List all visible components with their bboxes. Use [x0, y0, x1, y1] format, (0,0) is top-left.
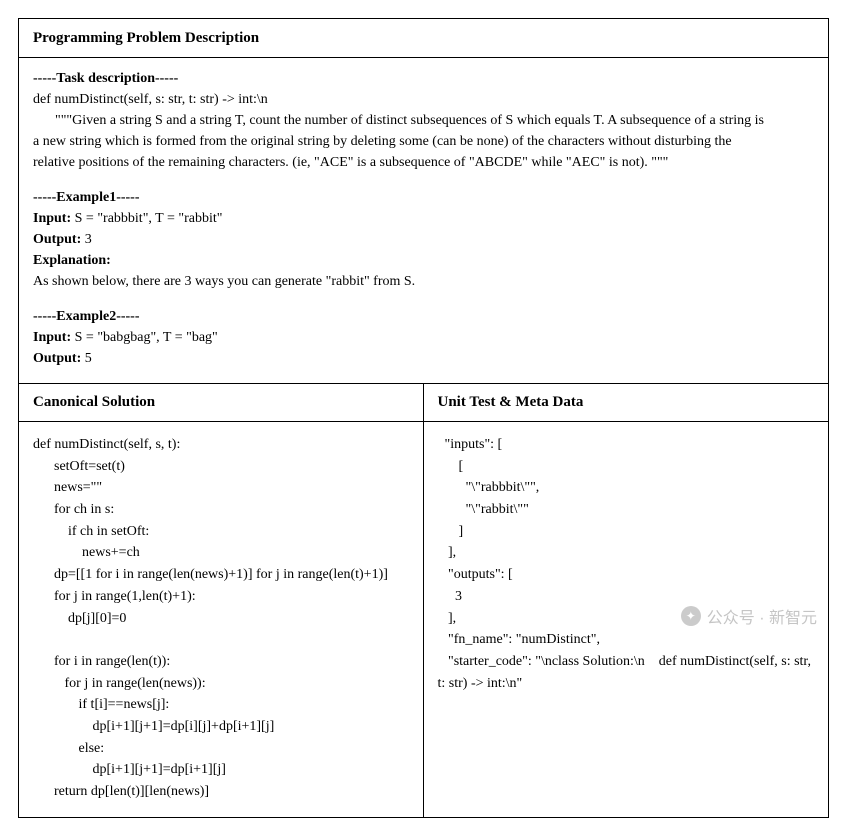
testdata-line: "\"rabbit\""	[438, 499, 815, 521]
testdata-line: t: str) -> int:\n"	[438, 673, 815, 695]
solution-code: def numDistinct(self, s, t): setOft=set(…	[19, 422, 423, 817]
example2-output-row: Output: 5	[33, 348, 814, 369]
task-docstring-2: a new string which is formed from the or…	[33, 131, 814, 152]
example1-output-label: Output:	[33, 232, 81, 247]
testdata-line: "starter_code": "\nclass Solution:\n def…	[438, 651, 815, 673]
example2-marker: -----Example2-----	[33, 306, 814, 327]
testdata-line: "outputs": [	[438, 564, 815, 586]
testdata-line: "\"rabbbit\"",	[438, 477, 815, 499]
example1-output-row: Output: 3	[33, 229, 814, 250]
example1-explanation-label: Explanation:	[33, 253, 111, 268]
example2-input-label: Input:	[33, 330, 71, 345]
testdata-line: ],	[438, 608, 815, 630]
example1-explanation-row: Explanation:	[33, 250, 814, 271]
problem-description: -----Task description----- def numDistin…	[19, 58, 828, 384]
header-row: Programming Problem Description	[19, 19, 828, 58]
testdata-line: "fn_name": "numDistinct",	[438, 629, 815, 651]
testdata-header: Unit Test & Meta Data	[424, 384, 829, 422]
task-marker: -----Task description-----	[33, 68, 814, 89]
example2-block: -----Example2----- Input: S = "babgbag",…	[33, 306, 814, 369]
testdata-line: "inputs": [	[438, 434, 815, 456]
example1-input-value: S = "rabbbit", T = "rabbit"	[71, 211, 222, 226]
example1-marker: -----Example1-----	[33, 187, 814, 208]
document-container: Programming Problem Description -----Tas…	[18, 18, 829, 818]
two-column-row: Canonical Solution def numDistinct(self,…	[19, 384, 828, 817]
testdata-body: "inputs": [ [ "\"rabbbit\"", "\"rabbit\"…	[424, 422, 829, 708]
task-docstring-1: """Given a string S and a string T, coun…	[33, 110, 814, 131]
solution-header: Canonical Solution	[19, 384, 423, 422]
testdata-line: [	[438, 456, 815, 478]
example1-output-value: 3	[81, 232, 92, 247]
testdata-line: 3	[438, 586, 815, 608]
example1-explanation-text: As shown below, there are 3 ways you can…	[33, 271, 814, 292]
testdata-line: ]	[438, 521, 815, 543]
task-signature: def numDistinct(self, s: str, t: str) ->…	[33, 89, 814, 110]
example2-input-row: Input: S = "babgbag", T = "bag"	[33, 327, 814, 348]
example1-input-row: Input: S = "rabbbit", T = "rabbit"	[33, 208, 814, 229]
example1-input-label: Input:	[33, 211, 71, 226]
testdata-line: ],	[438, 542, 815, 564]
example2-output-label: Output:	[33, 351, 81, 366]
task-docstring-3: relative positions of the remaining char…	[33, 152, 814, 173]
example1-block: -----Example1----- Input: S = "rabbbit",…	[33, 187, 814, 292]
example2-output-value: 5	[81, 351, 92, 366]
testdata-column: Unit Test & Meta Data "inputs": [ [ "\"r…	[424, 384, 829, 817]
solution-column: Canonical Solution def numDistinct(self,…	[19, 384, 424, 817]
header-title: Programming Problem Description	[33, 30, 259, 46]
example2-input-value: S = "babgbag", T = "bag"	[71, 330, 218, 345]
